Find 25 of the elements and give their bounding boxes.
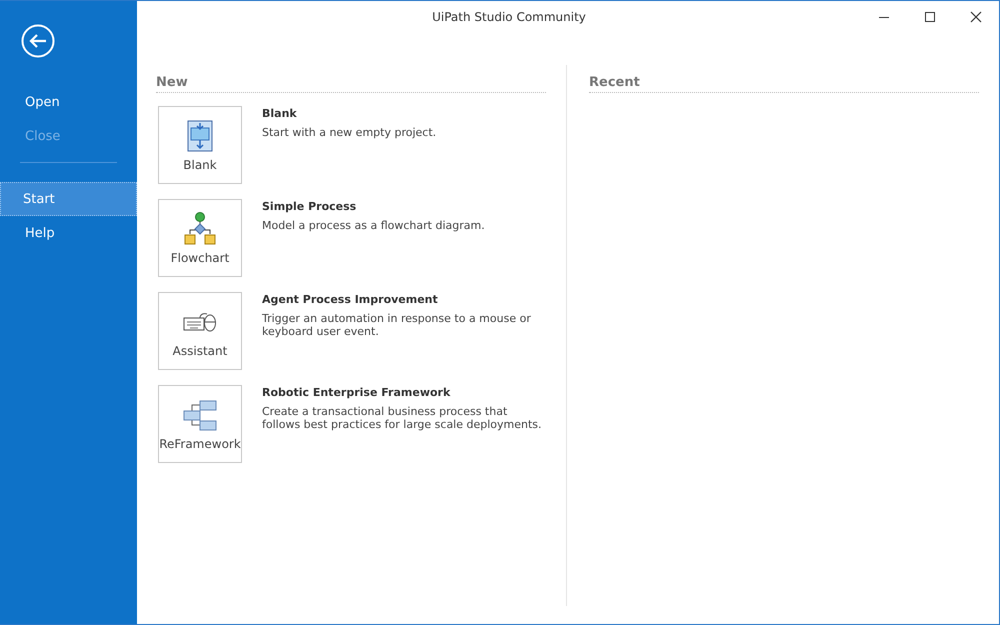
diagram-icon xyxy=(182,399,218,431)
section-heading: New xyxy=(156,45,546,93)
template-tile[interactable]: Flowchart xyxy=(158,199,242,277)
back-button[interactable] xyxy=(20,23,56,59)
template-description: Create a transactional business process that follows best practices for large scale deployments. xyxy=(262,405,543,431)
template-tile[interactable]: Assistant xyxy=(158,292,242,370)
template-title: Agent Process Improvement xyxy=(262,293,439,306)
template-tile[interactable]: Blank xyxy=(158,106,242,184)
template-description: Start with a new empty project. xyxy=(262,126,436,139)
close-icon xyxy=(970,11,982,23)
template-title: Simple Process xyxy=(262,200,358,213)
template-title: Blank xyxy=(262,107,298,120)
section-heading: Recent xyxy=(589,45,979,93)
keyboard-mouse-icon xyxy=(183,311,217,333)
template-title: Robotic Enterprise Framework xyxy=(262,386,452,399)
menu-item[interactable]: Start xyxy=(0,182,137,216)
window-title: UiPath Studio Community xyxy=(431,10,587,24)
blank-document-icon xyxy=(187,120,213,152)
menu-item[interactable]: Help xyxy=(0,216,137,250)
template-description: Model a process as a flowchart diagram. xyxy=(262,219,485,232)
flowchart-icon xyxy=(183,211,217,247)
template-description: Trigger an automation in response to a mouse or keyboard user event. xyxy=(262,312,532,338)
template-tile[interactable]: ReFramework xyxy=(158,385,242,463)
maximize-icon xyxy=(924,11,936,23)
menu-item[interactable]: Open xyxy=(0,85,137,119)
